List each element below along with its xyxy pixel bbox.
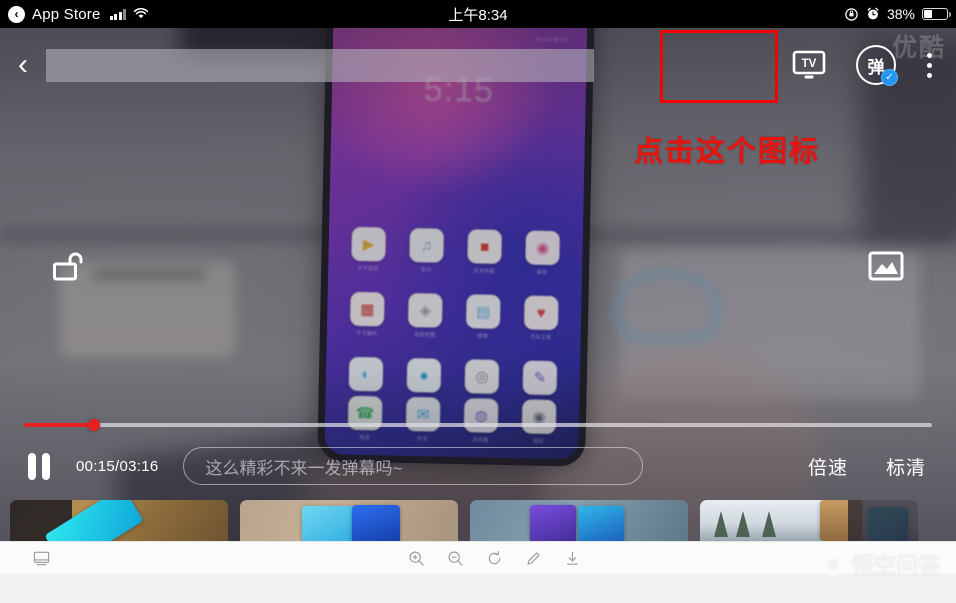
thumb-phone-shape <box>352 505 400 541</box>
danmaku-input[interactable]: 这么精彩不来一发弹幕吗~ <box>182 447 643 485</box>
annotation-text: 点击这个图标 <box>634 134 821 168</box>
player-top-controls: ‹ TV 弹 ✓ <box>0 28 956 102</box>
zoom-out-icon[interactable] <box>444 547 466 569</box>
progress-thumb[interactable] <box>87 419 100 431</box>
tv-cast-icon[interactable]: TV <box>782 42 836 88</box>
more-vertical-icon[interactable] <box>916 44 942 86</box>
rotate-icon[interactable] <box>483 547 505 569</box>
list-item[interactable] <box>470 500 688 541</box>
time-display: 00:15/03:16 <box>76 457 159 475</box>
rotation-lock-icon <box>845 7 858 21</box>
list-item[interactable] <box>240 500 458 541</box>
player-back-button[interactable]: ‹ <box>0 50 46 80</box>
thumb-phone-shape <box>530 505 576 541</box>
video-quality-button[interactable]: 标清 <box>886 453 926 480</box>
list-item[interactable] <box>700 500 918 541</box>
signal-bars-icon <box>109 8 127 20</box>
desktop-toolbar <box>0 541 956 575</box>
app-window: HUAWEI 5:15 ▶千千音乐♫音乐■天天快报◉美拍▦千千静听◈百度地图▤相… <box>0 0 956 603</box>
status-bar-left: ‹ App Store <box>0 5 149 23</box>
playback-speed-button[interactable]: 倍速 <box>808 453 848 480</box>
wifi-icon <box>133 8 149 19</box>
ios-status-bar: ‹ App Store 上午8:34 38% <box>0 0 956 28</box>
unlock-icon[interactable] <box>52 250 86 291</box>
screenshot-icon[interactable] <box>868 250 904 287</box>
thumb-phone-shape <box>302 506 354 541</box>
player-right-actions: 倍速 标清 <box>808 453 934 480</box>
thumb-tree <box>714 511 728 537</box>
back-chevron-icon[interactable]: ‹ <box>8 5 25 23</box>
progress-track <box>24 423 932 427</box>
screen-mirror-icon[interactable] <box>30 547 52 569</box>
toolbar-left-group <box>0 547 52 569</box>
battery-icon <box>922 8 951 20</box>
phone-mirror-view: HUAWEI 5:15 ▶千千音乐♫音乐■天天快报◉美拍▦千千静听◈百度地图▤相… <box>0 0 956 541</box>
svg-text:TV: TV <box>802 58 817 70</box>
thumb-tree <box>762 511 776 537</box>
danmaku-toggle-icon[interactable]: 弹 ✓ <box>856 45 898 86</box>
toolbar-right-group <box>405 547 583 569</box>
player-bottom-controls: 00:15/03:16 这么精彩不来一发弹幕吗~ 倍速 标清 <box>0 440 956 492</box>
check-badge-icon: ✓ <box>881 69 898 86</box>
thumb-tree <box>736 511 750 537</box>
alarm-clock-icon <box>867 7 879 20</box>
zoom-in-icon[interactable] <box>405 547 427 569</box>
pencil-icon[interactable] <box>522 547 544 569</box>
related-thumbnails-strip[interactable] <box>0 500 956 541</box>
player-top-actions: TV 弹 ✓ <box>782 42 956 88</box>
list-item[interactable] <box>10 500 228 541</box>
status-bar-app-name[interactable]: App Store <box>32 6 101 23</box>
download-icon[interactable] <box>561 547 583 569</box>
desktop-footer <box>0 575 956 603</box>
progress-played <box>24 423 94 427</box>
battery-fill <box>924 10 933 18</box>
thumb-shade <box>848 500 918 541</box>
battery-percent-label: 38% <box>886 6 915 22</box>
pause-icon[interactable] <box>22 449 56 483</box>
video-progress-bar[interactable] <box>24 418 932 432</box>
thumb-phone-shape <box>578 506 624 541</box>
status-bar-right: 38% <box>844 6 956 22</box>
video-title-redacted <box>46 48 594 82</box>
